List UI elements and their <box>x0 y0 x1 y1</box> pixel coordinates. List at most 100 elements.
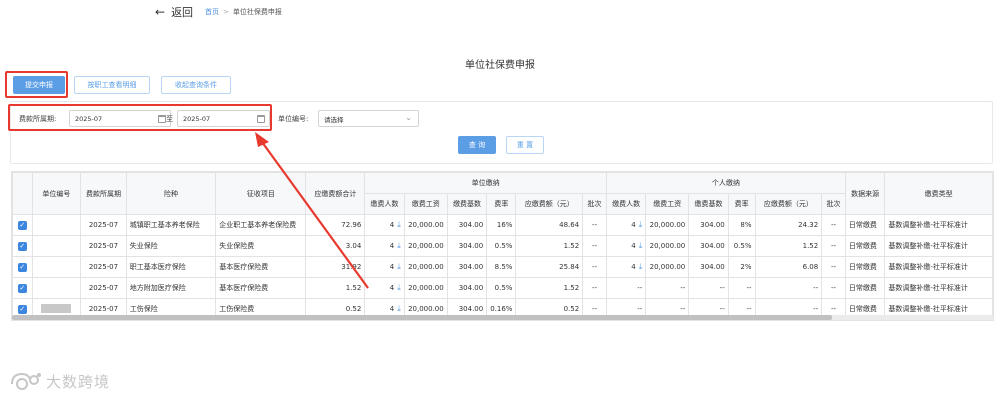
cell-text: 基数调整补缴-社平标准计 <box>888 305 968 313</box>
cell-text: 304.00 <box>700 242 725 250</box>
cell-type: 基数调整补缴-社平标准计 <box>884 256 993 278</box>
submit-button[interactable]: 提交申报 <box>13 76 65 94</box>
cell-p-batch: -- <box>821 214 846 236</box>
cell-text: -- <box>813 305 819 313</box>
download-icon[interactable]: ⤓ <box>397 283 401 292</box>
download-icon[interactable]: ⤓ <box>639 220 643 229</box>
row-checkbox[interactable]: ✓ <box>17 283 27 293</box>
cell-p-amount: 24.32 <box>754 214 823 236</box>
cell-text: 8.5% <box>494 263 513 271</box>
cell-u-rate: 0.5% <box>486 235 517 257</box>
cell-text: 2025-07 <box>88 263 119 271</box>
download-icon[interactable]: ⤓ <box>639 241 643 250</box>
table-row[interactable]: ✓ 2025-07 失业保险 失业保险费 3.04 4 ⤓ 20,000.00 304.00 0.… <box>12 235 993 257</box>
cell-text: 48.64 <box>559 221 580 229</box>
row-checkbox[interactable]: ✓ <box>17 304 27 314</box>
cell-text: 4 <box>631 221 636 229</box>
breadcrumb-home[interactable]: 首页 <box>205 7 219 17</box>
cell-unit-no <box>31 277 82 299</box>
cell-text: 0.52 <box>563 305 580 313</box>
cell-text: 304.00 <box>458 284 484 292</box>
cell-p-people: -- <box>605 277 647 299</box>
cell-text: -- <box>680 284 686 292</box>
col-personal-amount: 应缴费额（元） <box>754 193 823 215</box>
cell-total: 72.96 <box>305 214 366 236</box>
cell-p-rate: 0.5% <box>727 235 756 257</box>
cell-period: 2025-07 <box>80 256 127 278</box>
collapse-query-button[interactable]: 收起查询条件 <box>161 76 231 94</box>
query-button[interactable]: 查 询 <box>458 136 496 154</box>
back-label: 返回 <box>171 6 194 19</box>
cell-u-amount: 1.52 <box>515 277 584 299</box>
col-unit-base: 缴费基数 <box>446 193 488 215</box>
cell-text: 304.00 <box>458 242 484 250</box>
breadcrumb-current: 单位社保费申报 <box>232 8 282 16</box>
cell-text: 304.00 <box>700 263 725 271</box>
cell-text: 0.52 <box>345 305 362 313</box>
cell-p-amount: -- <box>754 277 823 299</box>
cell-text: 25.84 <box>559 263 580 271</box>
cell-item: 基本医疗保险费 <box>215 256 307 278</box>
cell-text: 城镇职工基本养老保险 <box>129 221 200 229</box>
cell-text: 0.5% <box>494 284 513 292</box>
row-checkbox[interactable]: ✓ <box>17 241 27 251</box>
table-row[interactable]: ✓ 2025-07 职工基本医疗保险 基本医疗保险费 31.92 4 ⤓ 20,000.00 3… <box>12 256 993 278</box>
download-icon[interactable]: ⤓ <box>639 262 643 271</box>
cell-unit-no <box>31 256 82 278</box>
cell-text: -- <box>831 263 837 271</box>
cell-text: 0.16% <box>490 305 513 313</box>
table-row[interactable]: ✓ 2025-07 地方附加医疗保险 基本医疗保险费 1.52 4 ⤓ 20,000.00 30… <box>12 277 993 299</box>
row-checkbox[interactable]: ✓ <box>17 220 27 230</box>
horizontal-scrollbar[interactable] <box>12 315 993 320</box>
cell-u-batch: -- <box>582 277 607 299</box>
cell-text: -- <box>591 284 598 292</box>
cell-p-batch: -- <box>821 256 846 278</box>
col-unit-batch: 批次 <box>582 193 607 215</box>
col-period: 费款所属期 <box>80 172 127 215</box>
reset-button[interactable]: 重 置 <box>506 136 544 154</box>
cell-insurance: 职工基本医疗保险 <box>125 256 217 278</box>
download-icon[interactable]: ⤓ <box>397 304 401 313</box>
cell-u-people: 4 ⤓ <box>364 256 405 278</box>
cell-item: 基本医疗保险费 <box>215 277 307 299</box>
table-row[interactable]: ✓ 2025-07 城镇职工基本养老保险 企业职工基本养老保险费 72.96 4 ⤓ 20,0… <box>12 214 993 236</box>
cell-text: -- <box>719 305 725 313</box>
cell-text: 日常缴费 <box>848 305 877 313</box>
cell-text: 职工基本医疗保险 <box>129 263 186 271</box>
cell-text: 1.52 <box>563 242 580 250</box>
redacted-block <box>41 303 72 313</box>
cell-text: 4 <box>631 263 636 271</box>
cell-text: 6.08 <box>802 263 819 271</box>
col-personal-rate: 费率 <box>727 193 756 215</box>
cell-text: 失业保险 <box>129 242 158 250</box>
row-checkbox-cell[interactable]: ✓ <box>12 256 33 278</box>
cell-u-base: 304.00 <box>446 277 488 299</box>
cell-p-batch: -- <box>821 235 846 257</box>
row-checkbox-cell[interactable]: ✓ <box>12 214 33 236</box>
cell-text: 16% <box>496 221 513 229</box>
by-employee-button[interactable]: 按职工查看明细 <box>74 76 150 94</box>
scrollbar-thumb[interactable] <box>12 315 832 320</box>
row-checkbox-cell[interactable]: ✓ <box>12 277 33 299</box>
row-checkbox-cell[interactable]: ✓ <box>12 235 33 257</box>
cell-type: 基数调整补缴-社平标准计 <box>884 214 993 236</box>
select-all-header <box>12 172 33 215</box>
cell-text: -- <box>831 284 837 292</box>
cell-text: 1.52 <box>802 242 819 250</box>
col-unit-amount: 应缴费额（元） <box>515 193 584 215</box>
download-icon[interactable]: ⤓ <box>397 262 401 271</box>
cell-insurance: 城镇职工基本养老保险 <box>125 214 217 236</box>
unit-no-select[interactable]: 请选择 ⌄ <box>318 110 419 127</box>
cell-source: 日常缴费 <box>844 235 886 257</box>
cell-text: 失业保险费 <box>219 242 255 250</box>
col-insurance: 险种 <box>125 172 217 215</box>
col-type: 缴费类型 <box>884 172 993 215</box>
cell-p-people: 4 ⤓ <box>605 235 647 257</box>
cell-u-amount: 25.84 <box>515 256 584 278</box>
cell-p-batch: -- <box>821 277 846 299</box>
cell-p-wage: 20,000.00 <box>645 214 690 236</box>
download-icon[interactable]: ⤓ <box>397 241 401 250</box>
download-icon[interactable]: ⤓ <box>397 220 401 229</box>
row-checkbox[interactable]: ✓ <box>17 262 27 272</box>
back-link[interactable]: ← 返回 <box>155 4 193 20</box>
